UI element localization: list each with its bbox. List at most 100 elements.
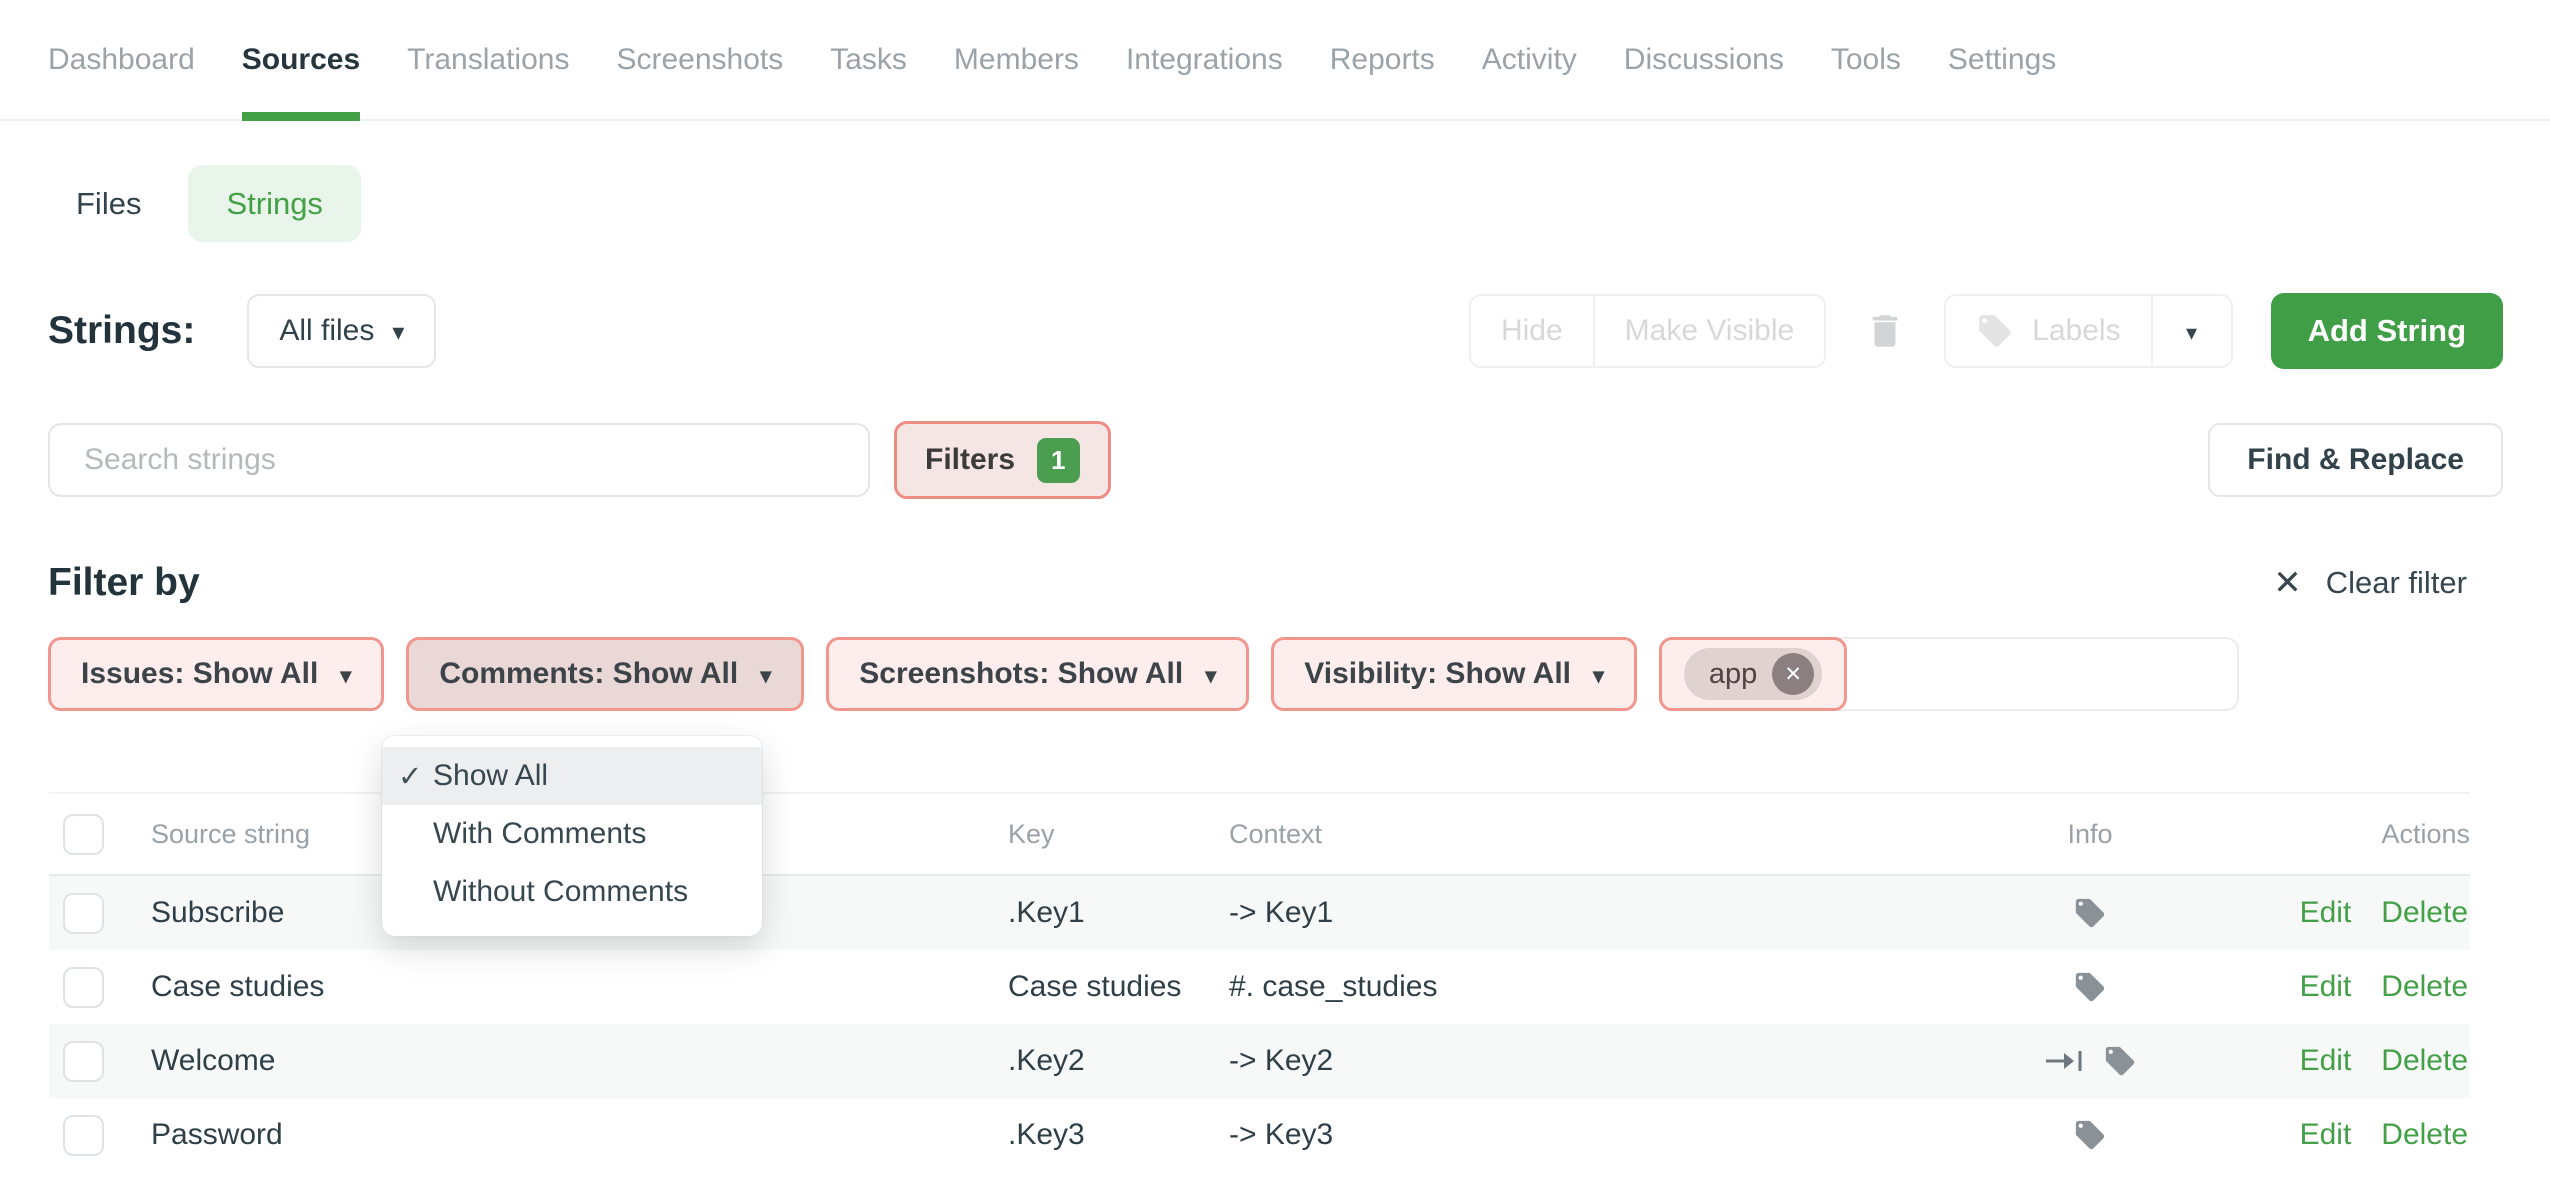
nav-item-sources[interactable]: Sources	[242, 0, 360, 119]
column-header-context: Context	[1229, 819, 2000, 850]
issues-filter-dropdown[interactable]: Issues: Show All ▾	[48, 637, 384, 711]
labels-filter-active-area: app ✕	[1659, 637, 1847, 711]
view-tabs: Files Strings	[76, 165, 361, 242]
nav-item-integrations[interactable]: Integrations	[1126, 0, 1283, 119]
key-cell: .Key1	[1008, 896, 1229, 930]
filter-chips-row: Issues: Show All ▾ Comments: Show All ▾ …	[48, 637, 2239, 711]
row-checkbox[interactable]	[63, 967, 104, 1008]
nav-item-discussions[interactable]: Discussions	[1624, 0, 1784, 119]
caret-down-icon: ▾	[2186, 322, 2197, 344]
menu-item-show-all[interactable]: ✓ Show All	[382, 747, 762, 805]
nav-item-reports[interactable]: Reports	[1330, 0, 1435, 119]
visibility-filter-label: Visibility: Show All	[1304, 657, 1571, 691]
caret-down-icon: ▾	[1593, 665, 1604, 687]
clear-filter-label: Clear filter	[2326, 565, 2467, 601]
tag-icon	[2073, 896, 2107, 930]
nav-item-translations[interactable]: Translations	[407, 0, 569, 119]
screenshots-filter-label: Screenshots: Show All	[859, 657, 1183, 691]
row-checkbox[interactable]	[63, 1041, 104, 1082]
trash-icon	[1864, 307, 1906, 355]
column-header-info: Info	[2000, 819, 2180, 850]
labels-filter-input[interactable]: app ✕	[1659, 637, 2239, 711]
clear-filter-button[interactable]: ✕ Clear filter	[2273, 563, 2467, 603]
tab-files[interactable]: Files	[76, 186, 141, 222]
search-input[interactable]	[48, 423, 870, 497]
select-all-checkbox[interactable]	[63, 814, 104, 855]
caret-down-icon: ▾	[760, 665, 771, 687]
actions-cell: Edit Delete	[2180, 1118, 2470, 1152]
tag-icon	[1976, 312, 2014, 350]
hide-button[interactable]: Hide	[1469, 294, 1595, 368]
column-header-key: Key	[1008, 819, 1229, 850]
edit-link[interactable]: Edit	[2300, 1044, 2352, 1078]
arrow-to-bar-icon	[2043, 1046, 2085, 1076]
row-checkbox[interactable]	[63, 1115, 104, 1156]
nav-item-tools[interactable]: Tools	[1831, 0, 1901, 119]
menu-item-without-comments[interactable]: Without Comments	[382, 863, 762, 921]
filter-panel-header: Filter by ✕ Clear filter	[48, 553, 2467, 613]
label-chip-app[interactable]: app ✕	[1684, 648, 1822, 700]
labels-dropdown-button[interactable]: ▾	[2151, 294, 2233, 368]
source-string-cell: Password	[151, 1118, 1008, 1152]
edit-link[interactable]: Edit	[2300, 970, 2352, 1004]
issues-filter-label: Issues: Show All	[81, 657, 318, 691]
info-cell	[2000, 1044, 2180, 1078]
delete-strings-button[interactable]	[1864, 307, 1906, 355]
strings-page: Dashboard Sources Translations Screensho…	[0, 0, 2550, 1187]
table-row: Welcome .Key2 -> Key2 Edit Delete	[49, 1024, 2470, 1098]
labels-button[interactable]: Labels	[1944, 294, 2152, 368]
table-row: Password .Key3 -> Key3 Edit Delete	[49, 1098, 2470, 1172]
nav-item-settings[interactable]: Settings	[1948, 0, 2056, 119]
find-replace-button[interactable]: Find & Replace	[2208, 423, 2503, 497]
comments-filter-label: Comments: Show All	[439, 657, 738, 691]
labels-button-label: Labels	[2032, 314, 2120, 348]
close-icon: ✕	[2273, 563, 2302, 603]
filters-button-label: Filters	[925, 443, 1015, 477]
info-cell	[2000, 896, 2180, 930]
actions-cell: Edit Delete	[2180, 970, 2470, 1004]
remove-label-button[interactable]: ✕	[1772, 653, 1814, 695]
add-string-button[interactable]: Add String	[2271, 293, 2503, 369]
make-visible-button[interactable]: Make Visible	[1593, 294, 1827, 368]
delete-link[interactable]: Delete	[2381, 970, 2468, 1004]
visibility-filter-dropdown[interactable]: Visibility: Show All ▾	[1271, 637, 1637, 711]
screenshots-filter-dropdown[interactable]: Screenshots: Show All ▾	[826, 637, 1249, 711]
nav-item-members[interactable]: Members	[954, 0, 1079, 119]
menu-item-label: Show All	[433, 759, 548, 793]
context-cell: #. case_studies	[1229, 970, 2000, 1004]
context-cell: -> Key3	[1229, 1118, 2000, 1152]
info-cell	[2000, 970, 2180, 1004]
row-checkbox[interactable]	[63, 893, 104, 934]
comments-filter-dropdown[interactable]: Comments: Show All ▾	[406, 637, 804, 711]
delete-link[interactable]: Delete	[2381, 1118, 2468, 1152]
file-select-dropdown[interactable]: All files ▾	[247, 294, 436, 368]
tag-icon	[2073, 970, 2107, 1004]
nav-item-dashboard[interactable]: Dashboard	[48, 0, 195, 119]
actions-cell: Edit Delete	[2180, 1044, 2470, 1078]
key-cell: Case studies	[1008, 970, 1229, 1004]
menu-item-label: Without Comments	[433, 875, 688, 909]
edit-link[interactable]: Edit	[2300, 896, 2352, 930]
menu-item-label: With Comments	[433, 817, 646, 851]
nav-item-tasks[interactable]: Tasks	[830, 0, 907, 119]
caret-down-icon: ▾	[1205, 665, 1216, 687]
edit-link[interactable]: Edit	[2300, 1118, 2352, 1152]
page-title: Strings:	[48, 309, 195, 353]
nav-item-screenshots[interactable]: Screenshots	[616, 0, 783, 119]
filters-button[interactable]: Filters 1	[894, 421, 1111, 499]
info-cell	[2000, 1118, 2180, 1152]
labels-button-group: Labels ▾	[1944, 294, 2232, 368]
delete-link[interactable]: Delete	[2381, 1044, 2468, 1078]
menu-item-with-comments[interactable]: With Comments	[382, 805, 762, 863]
column-header-actions: Actions	[2180, 819, 2470, 850]
nav-item-activity[interactable]: Activity	[1482, 0, 1577, 119]
source-string-cell: Welcome	[151, 1044, 1008, 1078]
label-chip-text: app	[1709, 658, 1757, 691]
key-cell: .Key3	[1008, 1118, 1229, 1152]
tag-icon	[2073, 1118, 2107, 1152]
comments-filter-menu: ✓ Show All With Comments Without Comment…	[382, 736, 762, 936]
source-string-cell: Case studies	[151, 970, 1008, 1004]
tab-strings[interactable]: Strings	[188, 165, 360, 242]
delete-link[interactable]: Delete	[2381, 896, 2468, 930]
filter-panel-title: Filter by	[48, 561, 200, 605]
